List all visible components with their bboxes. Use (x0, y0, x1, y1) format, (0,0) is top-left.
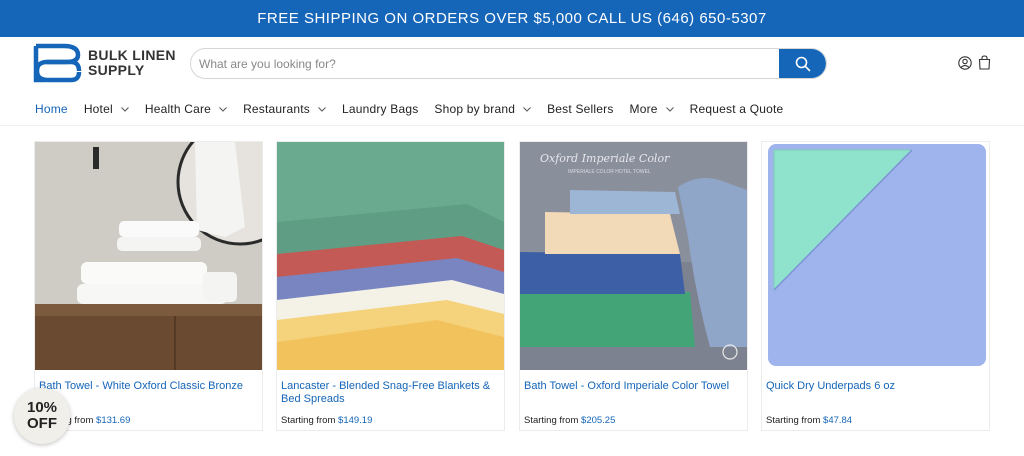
discount-badge[interactable]: 10% OFF (14, 388, 70, 444)
brand-logo[interactable]: BULK LINEN SUPPLY (33, 43, 176, 83)
cart-icon[interactable] (978, 55, 991, 70)
product-price: Starting from $205.25 (524, 415, 615, 426)
product-card[interactable]: Bath Towel - White Oxford Classic Bronze… (34, 141, 263, 431)
product-card[interactable]: Lancaster - Blended Snag-Free Blankets &… (276, 141, 505, 431)
product-card[interactable]: Quick Dry Underpads 6 oz Starting from $… (761, 141, 990, 431)
nav-label: Home (35, 102, 68, 116)
nav-label: Hotel (83, 102, 113, 116)
product-title[interactable]: Bath Towel - Oxford Imperiale Color Towe… (524, 380, 744, 393)
main-nav: Home Hotel Health Care Restaurants Laund… (35, 99, 799, 119)
account-icon[interactable] (958, 56, 972, 70)
search-bar (190, 48, 827, 79)
discount-percent: 10% (26, 399, 58, 416)
product-image[interactable]: Oxford Imperiale Color IMPERIALE COLOR H… (520, 142, 747, 370)
announcement-text: FREE SHIPPING ON ORDERS OVER $5,000 CALL… (257, 10, 767, 27)
brand-name-line2: SUPPLY (88, 62, 145, 78)
product-title[interactable]: Quick Dry Underpads 6 oz (766, 380, 986, 393)
price-prefix: Starting from (281, 415, 336, 426)
product-image-graphic (277, 142, 504, 370)
price-amount: $205.25 (581, 415, 616, 426)
product-image[interactable] (35, 142, 262, 370)
chevron-down-icon (219, 106, 227, 112)
price-amount: $47.84 (823, 415, 853, 426)
product-image[interactable] (277, 142, 504, 370)
product-image-graphic (762, 142, 989, 370)
image-subcaption: IMPERIALE COLOR HOTEL TOWEL (568, 169, 651, 175)
brand-name-line1: BULK LINEN (88, 47, 176, 63)
nav-item-more[interactable]: More (630, 102, 674, 116)
nav-item-best-sellers[interactable]: Best Sellers (547, 102, 613, 116)
nav-item-hotel[interactable]: Hotel (84, 102, 129, 116)
nav-label: More (629, 102, 658, 116)
search-icon (795, 56, 810, 71)
price-amount: $149.19 (338, 415, 373, 426)
product-title[interactable]: Bath Towel - White Oxford Classic Bronze (39, 380, 259, 393)
nav-item-request-quote[interactable]: Request a Quote (690, 102, 784, 116)
nav-divider (0, 125, 1024, 126)
product-image-graphic (35, 142, 262, 370)
nav-item-home[interactable]: Home (35, 102, 68, 116)
nav-item-health-care[interactable]: Health Care (145, 102, 227, 116)
search-input[interactable] (191, 49, 779, 78)
nav-label: Laundry Bags (341, 102, 419, 116)
nav-label: Best Sellers (547, 102, 614, 116)
nav-item-laundry-bags[interactable]: Laundry Bags (342, 102, 418, 116)
product-card[interactable]: Oxford Imperiale Color IMPERIALE COLOR H… (519, 141, 748, 431)
nav-item-shop-by-brand[interactable]: Shop by brand (434, 102, 531, 116)
nav-label: Request a Quote (689, 102, 784, 116)
price-prefix: Starting from (766, 415, 821, 426)
chevron-down-icon (665, 106, 674, 112)
nav-label: Shop by brand (434, 102, 516, 116)
discount-label: OFF (27, 415, 57, 432)
nav-label: Health Care (144, 102, 212, 116)
price-prefix: Starting from (524, 415, 579, 426)
announcement-bar: FREE SHIPPING ON ORDERS OVER $5,000 CALL… (0, 0, 1024, 37)
search-button[interactable] (779, 49, 826, 78)
brand-name: BULK LINEN SUPPLY (88, 48, 176, 78)
chevron-down-icon (523, 106, 531, 112)
product-price: Starting from $47.84 (766, 415, 852, 426)
logo-mark-icon (33, 43, 82, 83)
product-grid: Bath Towel - White Oxford Classic Bronze… (34, 141, 991, 431)
image-caption: Oxford Imperiale Color (540, 152, 670, 165)
product-image[interactable] (762, 142, 989, 370)
chevron-down-icon (318, 106, 326, 112)
product-price: Starting from $149.19 (281, 415, 372, 426)
nav-label: Restaurants (243, 102, 310, 116)
product-image-graphic: Oxford Imperiale Color IMPERIALE COLOR H… (520, 142, 747, 370)
product-title[interactable]: Lancaster - Blended Snag-Free Blankets &… (281, 380, 501, 406)
price-amount: $131.69 (96, 415, 131, 426)
nav-item-restaurants[interactable]: Restaurants (243, 102, 326, 116)
chevron-down-icon (120, 106, 129, 112)
site-header: BULK LINEN SUPPLY (0, 37, 1024, 91)
